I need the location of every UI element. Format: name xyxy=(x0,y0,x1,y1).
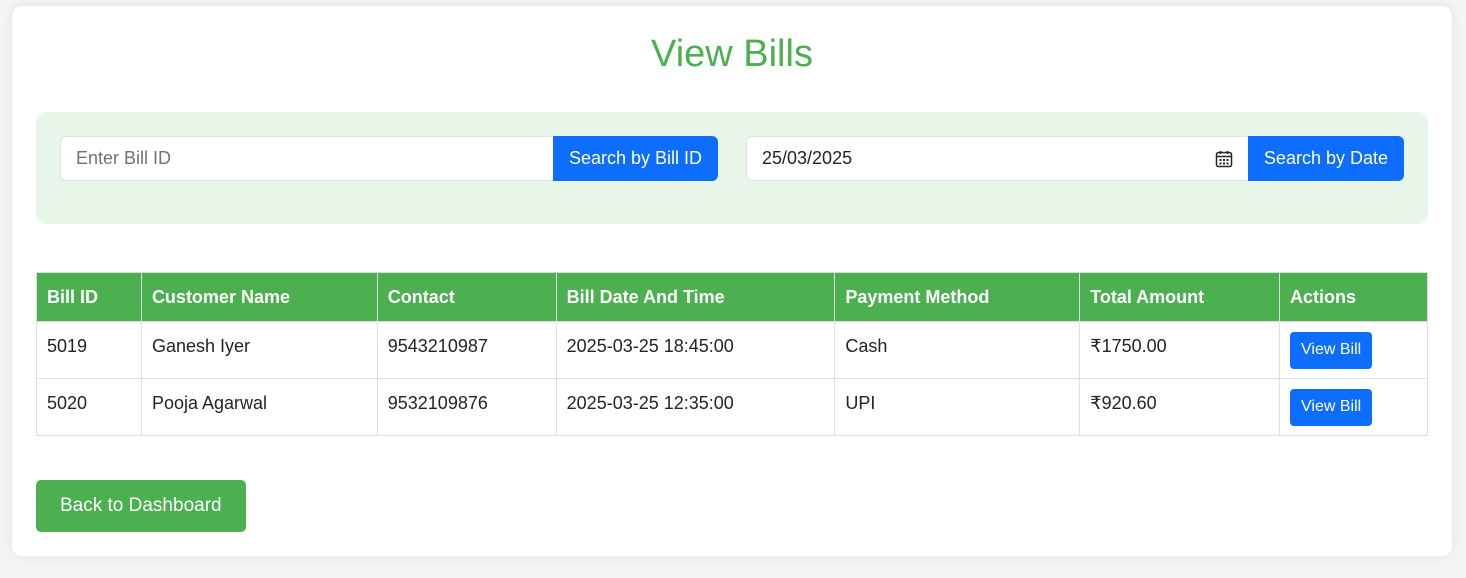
cell-customer-name: Pooja Agarwal xyxy=(140,378,378,436)
datetime-text: 2025-03-25 12:35:00 xyxy=(566,392,734,413)
search-by-date-button[interactable]: Search by Date xyxy=(1247,136,1404,181)
cell-bill-datetime: 2025-03-25 18:45:00 xyxy=(555,321,836,379)
cell-contact: 9532109876 xyxy=(376,378,557,436)
cell-actions: View Bill xyxy=(1279,321,1428,379)
cell-actions: View Bill xyxy=(1279,378,1428,436)
cell-total-amount: ₹920.60 xyxy=(1079,378,1281,436)
header-contact: Contact xyxy=(376,272,557,322)
cell-payment-method: Cash xyxy=(834,321,1081,379)
payment-text: UPI xyxy=(845,392,876,413)
payment-text: Cash xyxy=(845,335,888,356)
date-input[interactable]: 25/03/2025 xyxy=(746,136,1248,181)
calendar-icon[interactable] xyxy=(1215,150,1233,168)
view-bill-button[interactable]: View Bill xyxy=(1290,388,1373,426)
table-row: 5019 Ganesh Iyer 9543210987 2025-03-25 1… xyxy=(36,321,1428,379)
header-customer-name: Customer Name xyxy=(140,272,378,322)
customer-name-text: Pooja Agarwal xyxy=(151,392,268,413)
cell-total-amount: ₹1750.00 xyxy=(1079,321,1281,379)
contact-text: 9532109876 xyxy=(387,392,488,413)
date-value: 25/03/2025 xyxy=(762,148,853,168)
date-search-group: 25/03/2025 Search by Date xyxy=(746,136,1404,181)
amount-text: ₹920.60 xyxy=(1090,392,1157,413)
bill-id-text: 5020 xyxy=(47,392,88,413)
cell-payment-method: UPI xyxy=(834,378,1081,436)
cell-customer-name: Ganesh Iyer xyxy=(140,321,378,379)
table-row: 5020 Pooja Agarwal 9532109876 2025-03-25… xyxy=(36,378,1428,436)
cell-bill-datetime: 2025-03-25 12:35:00 xyxy=(555,378,836,436)
cell-bill-id: 5019 xyxy=(36,321,142,379)
view-bill-button[interactable]: View Bill xyxy=(1290,331,1373,369)
back-to-dashboard-button[interactable]: Back to Dashboard xyxy=(36,480,246,532)
customer-name-text: Ganesh Iyer xyxy=(151,335,250,356)
bills-table: Bill ID Customer Name Contact Bill Date … xyxy=(36,272,1428,436)
main-card: View Bills Search by Bill ID 25/03/2025 xyxy=(12,6,1452,556)
amount-text: ₹1750.00 xyxy=(1090,335,1167,356)
search-by-bill-id-button[interactable]: Search by Bill ID xyxy=(552,136,718,181)
cell-bill-id: 5020 xyxy=(36,378,142,436)
page-title: View Bills xyxy=(651,33,813,75)
header-bill-date-time: Bill Date And Time xyxy=(555,272,836,322)
header-total-amount: Total Amount xyxy=(1079,272,1281,322)
header-bill-id: Bill ID xyxy=(36,272,142,322)
cell-contact: 9543210987 xyxy=(376,321,557,379)
bill-id-text: 5019 xyxy=(47,335,88,356)
table-header-row: Bill ID Customer Name Contact Bill Date … xyxy=(36,272,1428,322)
contact-text: 9543210987 xyxy=(387,335,488,356)
search-panel: Search by Bill ID 25/03/2025 xyxy=(36,112,1428,224)
bill-id-input[interactable] xyxy=(60,136,553,181)
bill-id-search-group: Search by Bill ID xyxy=(60,136,718,181)
header-payment-method: Payment Method xyxy=(834,272,1081,322)
datetime-text: 2025-03-25 18:45:00 xyxy=(566,335,734,356)
header-actions: Actions xyxy=(1279,272,1428,322)
